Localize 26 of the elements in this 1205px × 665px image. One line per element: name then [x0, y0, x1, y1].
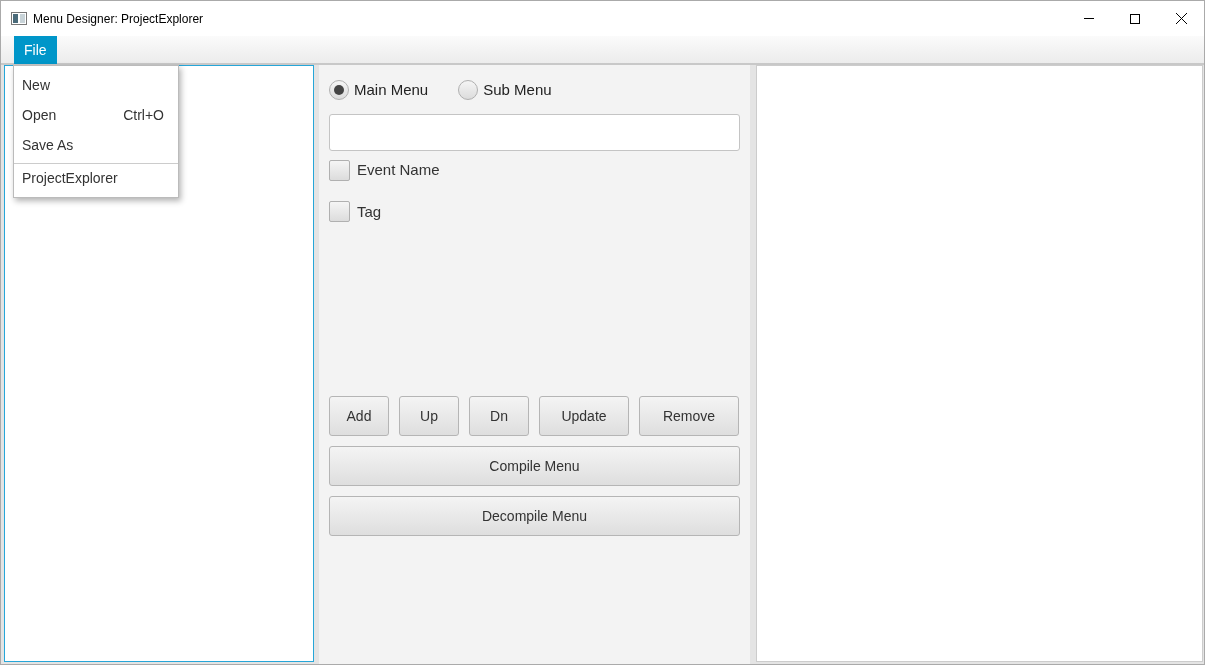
- dropdown-item[interactable]: New: [14, 70, 178, 100]
- checkbox-option[interactable]: Event Name: [329, 159, 740, 182]
- shortcut-label: Ctrl+O: [123, 105, 165, 125]
- window-title: Menu Designer: ProjectExplorer: [33, 10, 204, 28]
- radio-option[interactable]: Sub Menu: [458, 78, 552, 102]
- action-button[interactable]: Remove: [639, 396, 739, 436]
- action-button[interactable]: Update: [539, 396, 629, 436]
- action-button[interactable]: Up: [399, 396, 459, 436]
- dropdown-item[interactable]: ProjectExplorer: [14, 163, 178, 193]
- action-button[interactable]: Add: [329, 396, 389, 436]
- radio-option[interactable]: Main Menu: [329, 78, 429, 102]
- dropdown-item[interactable]: Open Ctrl+O: [14, 100, 178, 130]
- app-icon: [11, 12, 27, 25]
- wide-action-button[interactable]: Decompile Menu: [329, 496, 740, 536]
- close-icon: [1175, 13, 1187, 24]
- radio-button[interactable]: [458, 80, 479, 100]
- input-field[interactable]: [329, 114, 740, 151]
- dropdown-item[interactable]: Save As: [14, 130, 178, 160]
- radio-button[interactable]: [329, 80, 349, 100]
- minimize-icon: [1084, 18, 1094, 19]
- checkbox[interactable]: [329, 159, 350, 181]
- action-button[interactable]: Dn: [469, 396, 529, 436]
- checkbox-option[interactable]: Tag: [329, 200, 740, 223]
- wide-action-button[interactable]: Compile Menu: [329, 446, 740, 486]
- maximize-icon: [1130, 13, 1140, 24]
- checkbox[interactable]: [329, 201, 350, 223]
